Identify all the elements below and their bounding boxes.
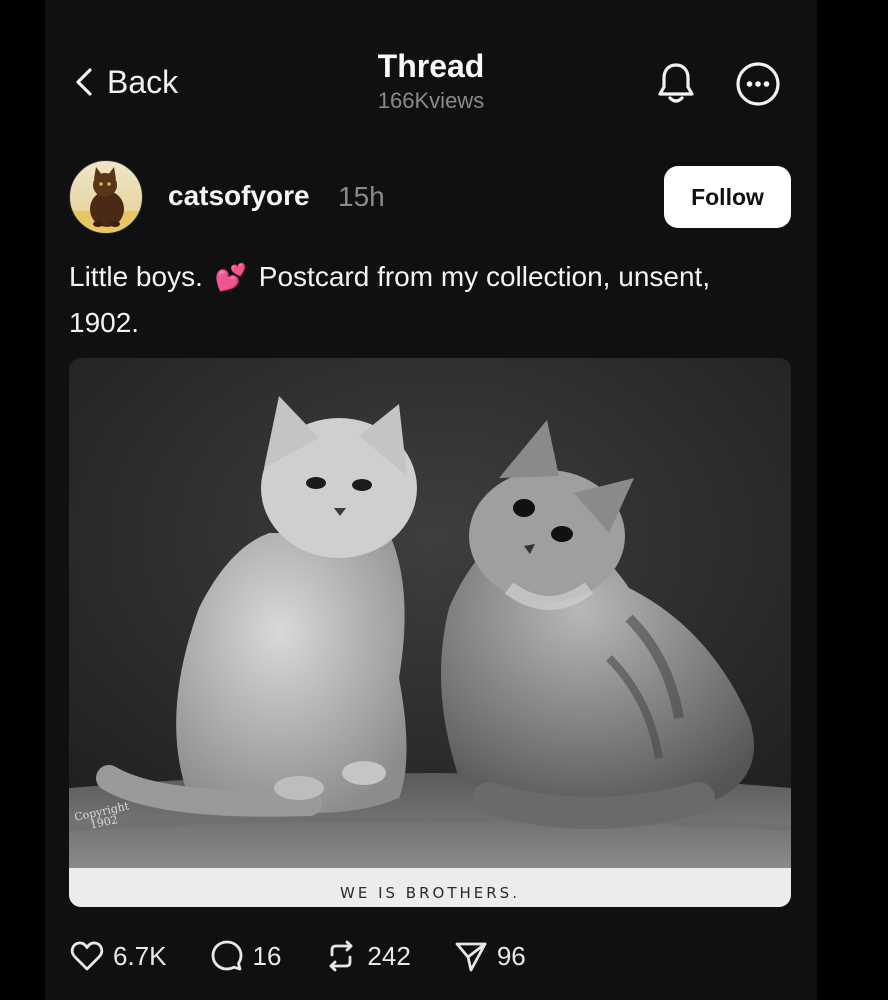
postcard-caption: WE IS BROTHERS. (340, 884, 520, 902)
post-time: 15h (338, 181, 385, 212)
username[interactable]: catsofyore (168, 180, 310, 212)
avatar[interactable] (69, 160, 143, 234)
post-caption: Little boys. 💕 Postcard from my collecti… (69, 254, 769, 346)
reply-button[interactable]: 16 (209, 938, 282, 974)
repost-icon (330, 940, 353, 972)
share-count: 96 (496, 940, 526, 971)
like-button[interactable]: 6.7K (69, 938, 167, 974)
like-count: 6.7K (113, 940, 167, 971)
view-count: 166Kviews (377, 88, 485, 113)
comment-icon (211, 940, 242, 971)
action-bar: 6.7K 16 242 96 (69, 932, 568, 980)
repost-count: 242 (367, 940, 411, 971)
caption-text-start: Little boys. (69, 261, 203, 292)
reply-count: 16 (252, 940, 282, 971)
thread-screen: Back Thread 166Kviews catsofyore 15h Fol… (45, 0, 817, 1000)
two-hearts-icon: 💕 (214, 262, 248, 292)
heart-icon (70, 941, 104, 971)
avatar-cat-illustration (70, 167, 142, 233)
postcard-photo (69, 358, 791, 868)
share-button[interactable]: 96 (453, 938, 526, 974)
page-title: Thread (377, 48, 485, 84)
bell-icon[interactable] (655, 60, 697, 106)
post-image[interactable]: Copyright 1902 WE IS BROTHERS. (69, 358, 791, 907)
header-title-block: Thread 166Kviews (45, 46, 817, 116)
more-options-icon[interactable] (735, 61, 781, 107)
follow-button[interactable]: Follow (664, 166, 791, 228)
repost-button[interactable]: 242 (323, 938, 411, 974)
send-icon (455, 942, 487, 972)
